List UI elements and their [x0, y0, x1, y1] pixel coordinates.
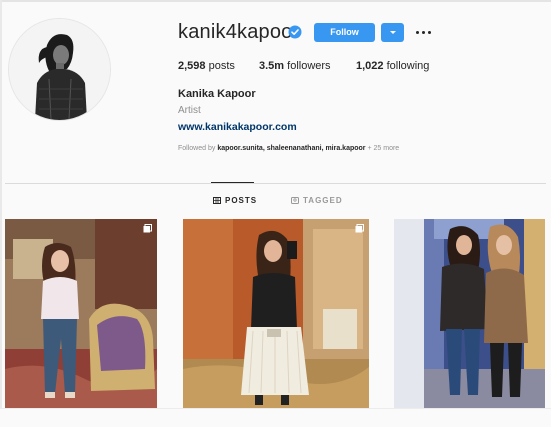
active-tab-indicator [211, 182, 254, 183]
tab-posts[interactable]: POSTS [213, 196, 257, 205]
profile-username: kanik4kapoor [178, 21, 300, 43]
posts-label: posts [208, 60, 235, 72]
multi-photo-icon [143, 224, 152, 233]
profile-photo [9, 19, 110, 120]
window-left-border [0, 0, 2, 426]
followed-by-more: + 25 more [367, 145, 400, 152]
tab-tagged-label: TAGGED [303, 196, 343, 205]
post-1-image [5, 219, 157, 408]
profile-category: Artist [178, 105, 201, 116]
followed-by-prefix: Followed by [178, 145, 216, 152]
posts-count-stat: 2,598 posts [178, 60, 235, 72]
tag-icon [291, 197, 299, 204]
follow-button[interactable]: Follow [314, 23, 375, 42]
post-2-image [183, 219, 369, 408]
post-thumbnail-1[interactable] [5, 219, 157, 408]
verified-badge-icon [288, 25, 302, 39]
tab-tagged[interactable]: TAGGED [291, 196, 343, 205]
bottom-strip [0, 408, 551, 427]
multi-photo-icon [355, 224, 364, 233]
followers-count: 3.5m [259, 60, 285, 72]
chevron-down-icon [390, 31, 396, 34]
following-count: 1,022 [356, 60, 384, 72]
posts-count: 2,598 [178, 60, 206, 72]
more-options-button[interactable] [413, 23, 433, 42]
followers-label: followers [287, 60, 331, 72]
following-label: following [386, 60, 430, 72]
post-thumbnail-2[interactable] [183, 219, 369, 408]
following-count-stat[interactable]: 1,022 following [356, 60, 429, 72]
followed-by-summary[interactable]: Followed by kapoor.sunita, shaleenanatha… [178, 145, 399, 152]
tabs-divider [5, 183, 546, 184]
window-top-border [0, 0, 551, 2]
profile-website-link[interactable]: www.kanikakapoor.com [178, 121, 297, 133]
profile-avatar[interactable] [8, 18, 111, 121]
ellipsis-icon [416, 31, 419, 34]
post-3-image [394, 219, 545, 408]
tab-posts-label: POSTS [225, 196, 258, 205]
grid-icon [213, 197, 221, 204]
profile-full-name: Kanika Kapoor [178, 88, 256, 100]
post-thumbnail-3[interactable] [394, 219, 545, 408]
followed-by-names: kapoor.sunita, shaleenanathani, mira.kap… [217, 145, 366, 152]
followers-count-stat[interactable]: 3.5m followers [259, 60, 331, 72]
suggested-accounts-dropdown-button[interactable] [381, 23, 404, 42]
